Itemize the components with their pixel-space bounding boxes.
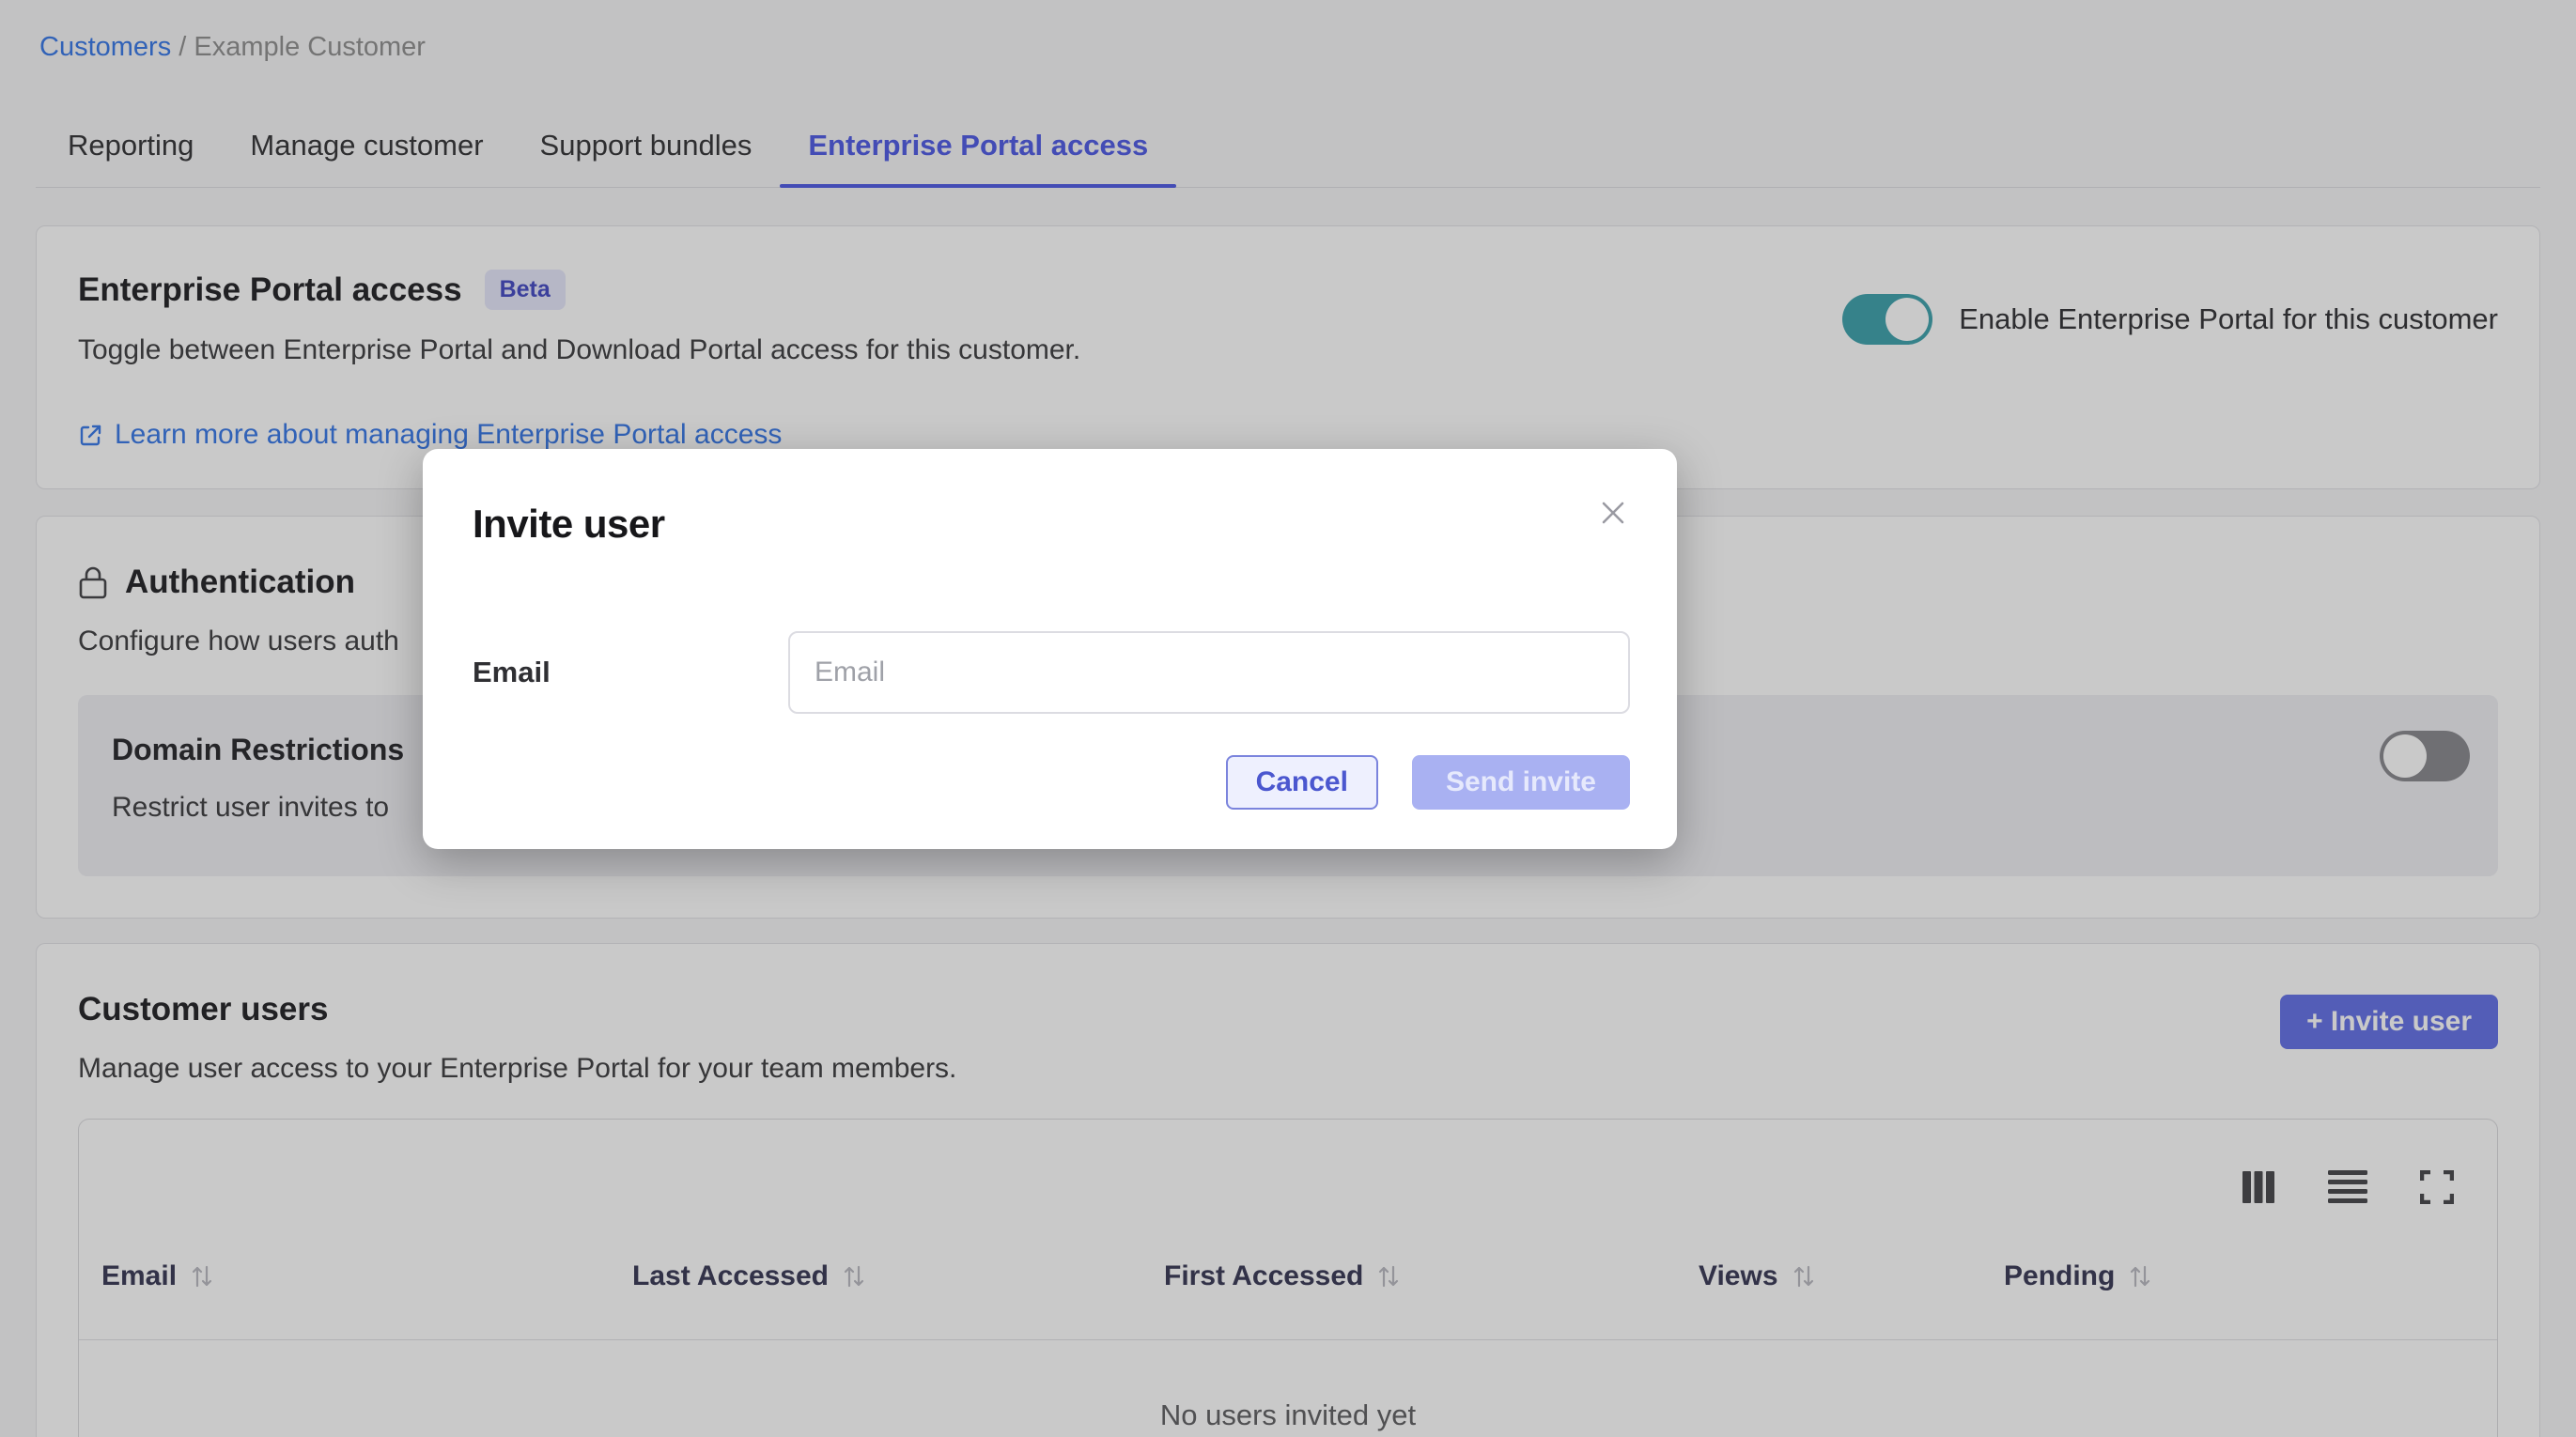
send-invite-button[interactable]: Send invite (1412, 755, 1630, 810)
email-field[interactable] (788, 631, 1630, 714)
email-form-row: Email (473, 631, 1630, 714)
email-label: Email (473, 656, 788, 689)
modal-title: Invite user (473, 502, 1630, 547)
modal-buttons: Cancel Send invite (473, 755, 1630, 810)
invite-user-modal: Invite user Email Cancel Send invite (423, 449, 1677, 849)
screen: Customers / Example Customer Reporting M… (0, 0, 2576, 1437)
cancel-button[interactable]: Cancel (1226, 755, 1378, 810)
close-icon[interactable] (1598, 498, 1628, 528)
